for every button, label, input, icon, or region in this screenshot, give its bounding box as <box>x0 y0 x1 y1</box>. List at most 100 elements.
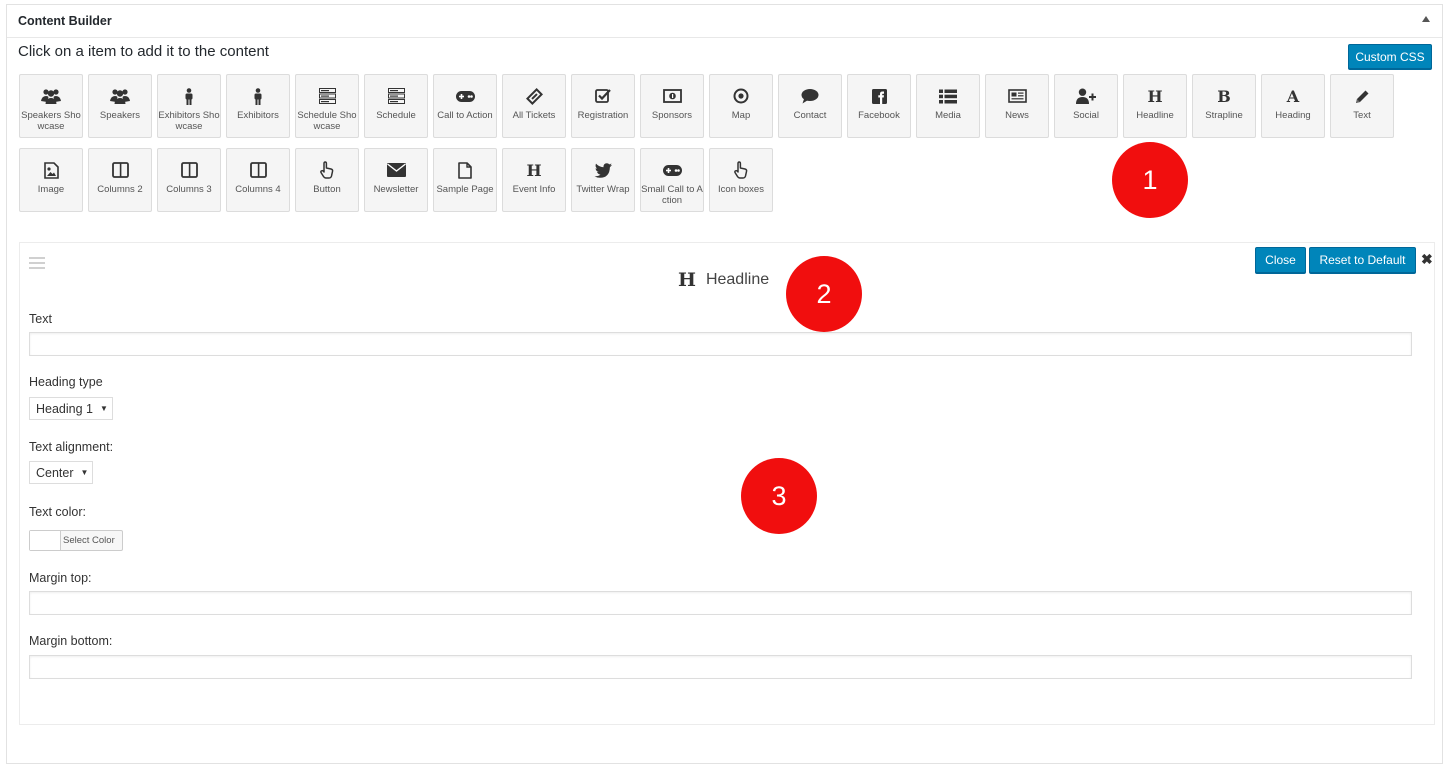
file-icon <box>458 161 472 179</box>
item-facebook[interactable]: Facebook <box>847 74 911 138</box>
margin-top-input[interactable] <box>29 591 1412 615</box>
text-alignment-select[interactable]: Center ▼ <box>29 461 93 484</box>
item-sponsors[interactable]: Sponsors <box>640 74 704 138</box>
group-icon <box>110 87 130 105</box>
person-icon <box>252 87 264 105</box>
color-swatch <box>30 531 61 550</box>
text-label: Text <box>29 312 52 326</box>
list-icon <box>939 87 957 105</box>
item-small-call-to-action[interactable]: Small Call to Action <box>640 148 704 212</box>
close-button[interactable]: Close <box>1255 247 1306 273</box>
item-heading[interactable]: A Heading <box>1261 74 1325 138</box>
heading-type-select[interactable]: Heading 1 ▼ <box>29 397 113 420</box>
item-label: Strapline <box>1205 110 1243 121</box>
newspaper-icon <box>1007 87 1027 105</box>
twitter-icon <box>594 161 612 179</box>
item-columns-3[interactable]: Columns 3 <box>157 148 221 212</box>
server-icon <box>387 87 405 105</box>
check-square-icon <box>595 87 611 105</box>
item-columns-4[interactable]: Columns 4 <box>226 148 290 212</box>
item-label: Event Info <box>512 184 556 195</box>
item-label: Speakers <box>99 110 141 121</box>
item-speakers[interactable]: Speakers <box>88 74 152 138</box>
item-social[interactable]: Social <box>1054 74 1118 138</box>
columns-icon <box>249 161 267 179</box>
item-label: Heading <box>1275 110 1311 121</box>
item-registration[interactable]: Registration <box>571 74 635 138</box>
item-label: Image <box>37 184 65 195</box>
item-event-info[interactable]: H Event Info <box>502 148 566 212</box>
item-sample-page[interactable]: Sample Page <box>433 148 497 212</box>
editor-title: H Headline <box>678 269 769 291</box>
item-call-to-action[interactable]: Call to Action <box>433 74 497 138</box>
group-icon <box>41 87 61 105</box>
item-label: Newsletter <box>373 184 419 195</box>
headline-editor: H Headline Close Reset to Default ✖ 2 Te… <box>19 242 1435 725</box>
item-label: Icon boxes <box>718 184 764 195</box>
item-strapline[interactable]: B Strapline <box>1192 74 1256 138</box>
panel-header[interactable]: Content Builder <box>7 5 1442 38</box>
drag-handle-icon[interactable] <box>29 257 45 272</box>
item-label: Headline <box>1136 110 1174 121</box>
select-color-button[interactable]: Select Color <box>29 530 123 551</box>
item-newsletter[interactable]: Newsletter <box>364 148 428 212</box>
item-twitter-wrap[interactable]: Twitter Wrap <box>571 148 635 212</box>
item-label: Sample Page <box>436 184 494 195</box>
item-label: Button <box>313 184 341 195</box>
text-alignment-value: Center <box>36 465 74 480</box>
editor-title-text: Headline <box>705 271 770 288</box>
letter-h-icon: H <box>526 160 542 180</box>
panel-title: Content Builder <box>18 14 112 28</box>
remove-icon[interactable]: ✖ <box>1421 251 1433 268</box>
comment-icon <box>801 87 819 105</box>
envelope-icon <box>386 161 406 179</box>
item-label: Twitter Wrap <box>576 184 630 195</box>
item-headline[interactable]: H Headline <box>1123 74 1187 138</box>
gamepad-icon <box>455 87 475 105</box>
item-button[interactable]: Button <box>295 148 359 212</box>
item-label: Columns 2 <box>97 184 143 195</box>
collapse-arrow-icon[interactable] <box>1422 16 1430 22</box>
item-label: Speakers Showcase <box>21 110 81 132</box>
letter-b-icon: B <box>1217 86 1231 106</box>
letter-h-icon: H <box>1147 86 1163 106</box>
dropdown-caret-icon: ▼ <box>100 404 108 413</box>
columns-icon <box>180 161 198 179</box>
item-label: Exhibitors <box>237 110 279 121</box>
item-schedule[interactable]: Schedule <box>364 74 428 138</box>
item-exhibitors-showcase[interactable]: Exhibitors Showcase <box>157 74 221 138</box>
item-label: Media <box>935 110 961 121</box>
margin-top-label: Margin top: <box>29 571 92 585</box>
item-exhibitors[interactable]: Exhibitors <box>226 74 290 138</box>
item-icon-boxes[interactable]: Icon boxes <box>709 148 773 212</box>
letter-a-icon: A <box>1286 86 1300 106</box>
item-all-tickets[interactable]: All Tickets <box>502 74 566 138</box>
item-news[interactable]: News <box>985 74 1049 138</box>
money-icon <box>662 87 682 105</box>
custom-css-button[interactable]: Custom CSS <box>1348 44 1432 69</box>
item-label: News <box>1005 110 1029 121</box>
callout-marker-2: 2 <box>786 256 862 332</box>
item-columns-2[interactable]: Columns 2 <box>88 148 152 212</box>
item-label: Contact <box>793 110 827 121</box>
headline-icon: H <box>678 269 696 291</box>
pointer-icon <box>733 161 749 179</box>
item-label: Columns 3 <box>166 184 212 195</box>
item-media[interactable]: Media <box>916 74 980 138</box>
item-schedule-showcase[interactable]: Schedule Showcase <box>295 74 359 138</box>
select-color-label: Select Color <box>63 535 115 546</box>
pointer-icon <box>319 161 335 179</box>
item-text[interactable]: Text <box>1330 74 1394 138</box>
item-speakers-showcase[interactable]: Speakers Showcase <box>19 74 83 138</box>
item-image[interactable]: Image <box>19 148 83 212</box>
item-label: Sponsors <box>651 110 693 121</box>
item-contact[interactable]: Contact <box>778 74 842 138</box>
ticket-icon <box>525 87 543 105</box>
item-map[interactable]: Map <box>709 74 773 138</box>
columns-icon <box>111 161 129 179</box>
text-input[interactable] <box>29 332 1412 356</box>
margin-bottom-input[interactable] <box>29 655 1412 679</box>
target-icon <box>733 87 749 105</box>
item-label: Exhibitors Showcase <box>158 110 220 132</box>
reset-to-default-button[interactable]: Reset to Default <box>1309 247 1416 273</box>
